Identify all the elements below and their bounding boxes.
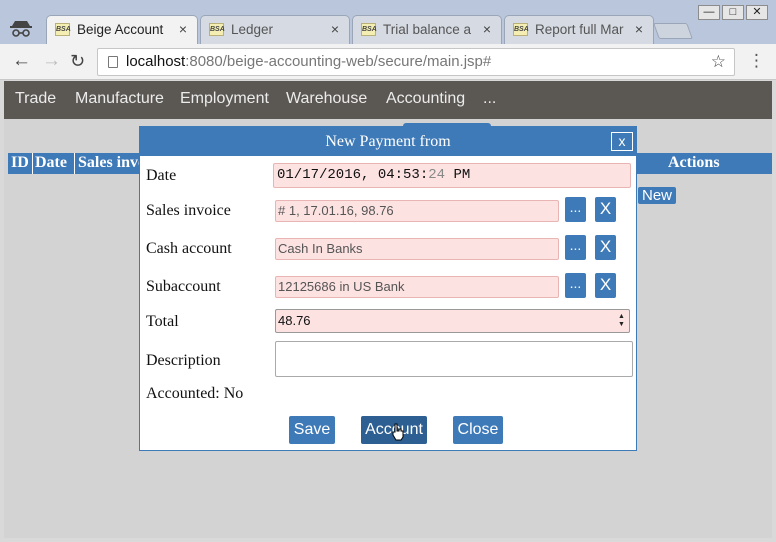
description-label: Description: [146, 352, 221, 369]
tab-title: Beige Account: [77, 22, 164, 37]
tab-close-icon[interactable]: ×: [635, 21, 643, 37]
close-window-button[interactable]: ✕: [746, 5, 768, 20]
reload-icon[interactable]: ↻: [70, 51, 85, 71]
address-bar[interactable]: localhost:8080/beige-accounting-web/secu…: [97, 48, 735, 76]
menu-manufacture[interactable]: Manufacture: [75, 90, 164, 108]
menu-employment[interactable]: Employment: [180, 90, 269, 108]
column-divider: [74, 153, 75, 174]
url-text: localhost:8080/beige-accounting-web/secu…: [126, 53, 492, 70]
tab-title: Ledger: [231, 22, 274, 37]
tab-beige-accounting[interactable]: BSA Beige Account ×: [46, 15, 198, 45]
cash-account-picker-button[interactable]: ...: [565, 235, 586, 260]
browser-tab-strip: BSA Beige Account × BSA Ledger × BSA Tri…: [0, 0, 776, 45]
subaccount-picker-button[interactable]: ...: [565, 273, 586, 298]
bsa-favicon-icon: BSA: [209, 23, 225, 36]
date-field[interactable]: 01/17/2016, 04:53:24 PM: [273, 163, 631, 188]
subaccount-field[interactable]: 12125686 in US Bank: [275, 276, 559, 298]
tab-ledger[interactable]: BSA Ledger ×: [200, 15, 350, 44]
sales-invoice-field[interactable]: # 1, 17.01.16, 98.76: [275, 200, 559, 222]
spinner-arrows-icon[interactable]: ▲ ▼: [617, 313, 626, 329]
total-label: Total: [146, 313, 179, 330]
menu-accounting[interactable]: Accounting: [386, 90, 465, 108]
bsa-favicon-icon: BSA: [513, 23, 529, 36]
minimize-button[interactable]: —: [698, 5, 720, 20]
tab-report-full[interactable]: BSA Report full Mar ×: [504, 15, 654, 44]
column-header-sales-invoice: Sales invo: [78, 154, 147, 171]
total-number-field[interactable]: 48.76 ▲ ▼: [275, 309, 630, 333]
dialog-title: New Payment from: [140, 127, 636, 156]
cash-account-clear-button[interactable]: X: [595, 235, 616, 260]
tab-title: Trial balance a: [383, 22, 472, 37]
cash-account-label: Cash account: [146, 240, 232, 257]
back-arrow-icon[interactable]: ←: [12, 51, 31, 71]
menu-more[interactable]: ...: [483, 90, 496, 108]
menu-trade[interactable]: Trade: [15, 90, 56, 108]
browser-menu-icon[interactable]: ⋮: [748, 52, 765, 70]
forward-arrow-icon[interactable]: →: [42, 51, 61, 71]
page-icon: [108, 56, 118, 68]
maximize-button[interactable]: □: [722, 5, 744, 20]
bsa-favicon-icon: BSA: [361, 23, 377, 36]
new-button[interactable]: New: [638, 187, 677, 204]
cash-account-field[interactable]: Cash In Banks: [275, 238, 559, 260]
sales-invoice-label: Sales invoice: [146, 202, 231, 219]
bsa-favicon-icon: BSA: [55, 23, 71, 36]
subaccount-label: Subaccount: [146, 278, 221, 295]
sales-invoice-picker-button[interactable]: ...: [565, 197, 586, 222]
subaccount-clear-button[interactable]: X: [595, 273, 616, 298]
dialog-close-button[interactable]: x: [611, 132, 633, 151]
new-tab-button[interactable]: [653, 23, 693, 39]
column-header-id: ID: [11, 154, 29, 171]
save-button[interactable]: Save: [289, 416, 335, 444]
menu-warehouse[interactable]: Warehouse: [286, 90, 367, 108]
accounted-status: Accounted: No: [146, 385, 244, 402]
tab-trial-balance[interactable]: BSA Trial balance a ×: [352, 15, 502, 44]
tab-close-icon[interactable]: ×: [179, 21, 187, 37]
browser-toolbar: ← → ↻ localhost:8080/beige-accounting-we…: [0, 44, 776, 80]
sales-invoice-clear-button[interactable]: X: [595, 197, 616, 222]
description-textarea[interactable]: [275, 341, 633, 377]
hand-cursor-icon: [392, 423, 404, 441]
date-label: Date: [146, 167, 177, 184]
main-menu-bar: Trade Manufacture Employment Warehouse A…: [4, 81, 772, 119]
new-payment-dialog: New Payment from x Date 01/17/2016, 04:5…: [139, 126, 637, 451]
incognito-icon: [10, 21, 32, 37]
tab-title: Report full Mar: [535, 22, 624, 37]
bookmark-star-icon[interactable]: ☆: [711, 49, 726, 75]
column-header-actions: Actions: [668, 154, 720, 171]
tab-close-icon[interactable]: ×: [331, 21, 339, 37]
column-divider: [32, 153, 33, 174]
total-value: 48.76: [278, 313, 311, 328]
column-header-date: Date: [35, 154, 67, 171]
tab-close-icon[interactable]: ×: [483, 21, 491, 37]
dialog-close-footer-button[interactable]: Close: [453, 416, 503, 444]
